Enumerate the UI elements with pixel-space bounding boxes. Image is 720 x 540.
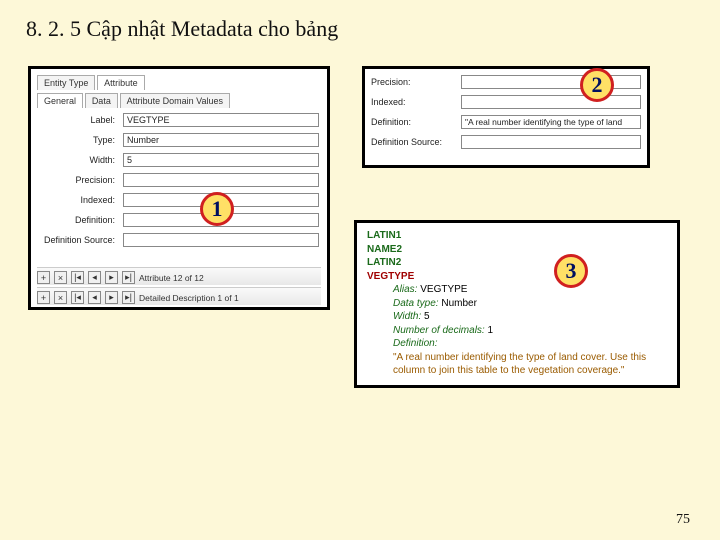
btn-add-attribute[interactable]: + <box>37 271 50 284</box>
btn-delete-description[interactable]: × <box>54 291 67 304</box>
panel-metadata-editor: Entity Type Attribute General Data Attri… <box>28 66 330 310</box>
p2-input-precision[interactable] <box>461 75 641 89</box>
input-precision[interactable] <box>123 173 319 187</box>
preview-width-key: Width: <box>393 311 421 322</box>
p2-label-precision: Precision: <box>371 77 461 87</box>
btn-delete-attribute[interactable]: × <box>54 271 67 284</box>
tab-domain-values[interactable]: Attribute Domain Values <box>120 93 230 108</box>
preview-decimals-key: Number of decimals: <box>393 325 485 336</box>
btn-prev-description[interactable]: ◂ <box>88 291 101 304</box>
callout-badge-3: 3 <box>554 254 588 288</box>
input-width[interactable] <box>123 153 319 167</box>
callout-badge-2: 2 <box>580 68 614 102</box>
page-number: 75 <box>676 512 690 528</box>
preview-alias-val: VEGTYPE <box>420 284 467 295</box>
preview-alias-key: Alias: <box>393 284 417 295</box>
tab-data[interactable]: Data <box>85 93 118 108</box>
label-definition-source: Definition Source: <box>39 235 123 245</box>
label-indexed: Indexed: <box>39 195 123 205</box>
input-definition-source[interactable] <box>123 233 319 247</box>
preview-datatype-key: Data type: <box>393 298 439 309</box>
p2-input-definition-source[interactable] <box>461 135 641 149</box>
btn-next-attribute[interactable]: ▸ <box>105 271 118 284</box>
p2-input-definition[interactable] <box>461 115 641 129</box>
slide-title: 8. 2. 5 Cập nhật Metadata cho bảng <box>26 16 338 42</box>
panel-attribute-preview: LATIN1 NAME2 LATIN2 VEGTYPE Alias: VEGTY… <box>354 220 680 388</box>
preview-definition-key: Definition: <box>393 338 437 349</box>
preview-width-val: 5 <box>424 311 430 322</box>
tabs-entity-attribute: Entity Type Attribute <box>37 75 144 90</box>
label-label: Label: <box>39 115 123 125</box>
tabs-general-data-domain: General Data Attribute Domain Values <box>37 93 229 108</box>
preview-datatype-val: Number <box>441 298 477 309</box>
btn-first-description[interactable]: |◂ <box>71 291 84 304</box>
btn-prev-attribute[interactable]: ◂ <box>88 271 101 284</box>
label-type: Type: <box>39 135 123 145</box>
input-label[interactable] <box>123 113 319 127</box>
p2-label-definition-source: Definition Source: <box>371 137 461 147</box>
attr-latin2: LATIN2 <box>367 256 667 270</box>
p2-label-definition: Definition: <box>371 117 461 127</box>
tab-general[interactable]: General <box>37 93 83 108</box>
preview-definition-val: "A real number identifying the type of l… <box>367 351 667 378</box>
callout-badge-1: 1 <box>200 192 234 226</box>
btn-next-description[interactable]: ▸ <box>105 291 118 304</box>
tab-attribute[interactable]: Attribute <box>97 75 145 90</box>
label-precision: Precision: <box>39 175 123 185</box>
preview-decimals-val: 1 <box>487 325 493 336</box>
btn-first-attribute[interactable]: |◂ <box>71 271 84 284</box>
attribute-form: Label: Type: Width: Precision: Indexed: … <box>39 113 319 253</box>
p2-input-indexed[interactable] <box>461 95 641 109</box>
attr-vegtype: VEGTYPE <box>367 270 667 284</box>
nav-attributes-text: Attribute 12 of 12 <box>139 273 204 283</box>
nav-descriptions-text: Detailed Description 1 of 1 <box>139 293 239 303</box>
label-definition: Definition: <box>39 215 123 225</box>
p2-label-indexed: Indexed: <box>371 97 461 107</box>
nav-descriptions: + × |◂ ◂ ▸ ▸| Detailed Description 1 of … <box>37 287 321 305</box>
btn-add-description[interactable]: + <box>37 291 50 304</box>
btn-last-attribute[interactable]: ▸| <box>122 271 135 284</box>
label-width: Width: <box>39 155 123 165</box>
btn-last-description[interactable]: ▸| <box>122 291 135 304</box>
attr-name2: NAME2 <box>367 243 667 257</box>
attr-latin1: LATIN1 <box>367 229 667 243</box>
nav-attributes: + × |◂ ◂ ▸ ▸| Attribute 12 of 12 <box>37 267 321 285</box>
input-type[interactable] <box>123 133 319 147</box>
tab-entity-type[interactable]: Entity Type <box>37 75 95 90</box>
